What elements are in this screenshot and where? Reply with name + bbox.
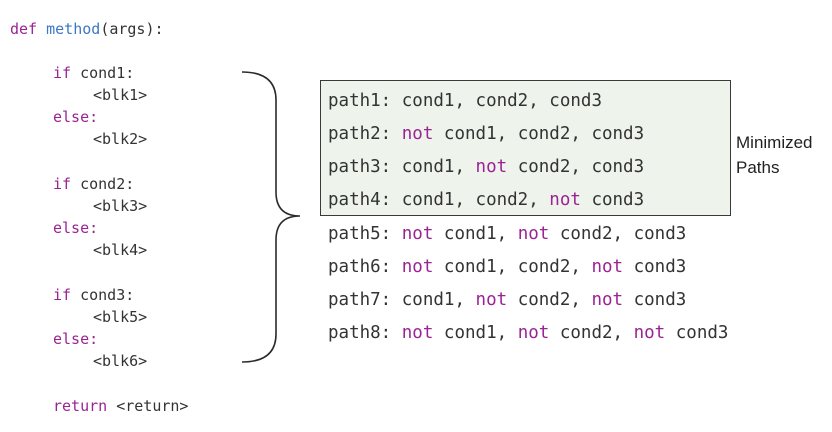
path-label: path3: [328,157,392,177]
path-label: path2: [328,124,392,144]
condition: cond1: [80,64,135,82]
else-keyword: else: [53,108,99,126]
path-condition: cond3 [633,224,687,244]
path-row: path2: not cond1, cond2, cond3 [328,124,644,144]
not-keyword: not [549,190,581,210]
path-label: path6: [328,257,392,277]
path-condition: cond2, [517,124,581,144]
not-keyword: not [591,290,624,310]
not-keyword: not [401,257,434,277]
path-condition: cond3 [591,124,645,144]
else-line-1: else: [53,108,98,126]
method-args: (args): [100,20,164,38]
not-keyword: not [517,323,550,343]
path-row: path8: not cond1, not cond2, not cond3 [328,323,728,343]
path-condition: cond1, [443,323,508,343]
return-keyword: return [53,397,108,415]
path-condition: cond1, [401,91,465,111]
path-condition: cond2, [559,224,624,244]
block-stmt-6: <blk6> [93,352,148,370]
curly-brace [241,71,301,363]
path-condition: cond2, [517,157,581,177]
not-keyword: not [591,257,624,277]
if-line-1: if cond1: [53,64,134,82]
path-condition: cond1, [443,124,508,144]
path-condition: cond3 [633,257,687,277]
path-row: path6: not cond1, cond2, not cond3 [328,257,686,277]
method-signature: def method(args): [10,20,164,38]
block-stmt-2: <blk2> [93,130,148,148]
path-label: path4: [328,190,392,210]
else-keyword: else: [53,330,99,348]
else-line-2: else: [53,219,98,237]
not-keyword: not [401,124,434,144]
if-line-2: if cond2: [53,175,134,193]
path-condition: cond2, [475,190,539,210]
path-condition: cond1, [401,290,465,310]
path-condition: cond2, [475,91,539,111]
block-stmt-3: <blk3> [93,197,148,215]
path-condition: cond3 [633,290,687,310]
path-condition: cond2, [559,323,624,343]
path-condition: cond3 [591,190,645,210]
condition: cond2: [80,175,135,193]
return-line: return <return> [53,397,188,415]
not-keyword: not [475,157,508,177]
path-row: path7: cond1, not cond2, not cond3 [328,290,686,310]
path-condition: cond1, [443,257,508,277]
condition: cond3: [80,286,135,304]
path-condition: cond3 [549,91,602,111]
path-label: path1: [328,91,392,111]
minimized-label-line2: Paths [736,158,780,177]
path-label: path5: [328,224,392,244]
path-row: path3: cond1, not cond2, cond3 [328,157,644,177]
not-keyword: not [517,224,550,244]
path-condition: cond1, [401,157,465,177]
not-keyword: not [633,323,666,343]
not-keyword: not [401,323,434,343]
path-condition: cond3 [675,323,729,343]
not-keyword: not [401,224,434,244]
block-stmt-5: <blk5> [93,308,148,326]
path-condition: cond2, [517,290,581,310]
minimized-label-line1: Minimized [736,133,813,152]
block-stmt-1: <blk1> [93,86,148,104]
if-line-3: if cond3: [53,286,134,304]
else-line-3: else: [53,330,98,348]
not-keyword: not [475,290,508,310]
if-keyword: if [53,286,72,304]
path-label: path7: [328,290,392,310]
path-row: path4: cond1, cond2, not cond3 [328,190,644,210]
return-value: <return> [116,397,189,415]
path-condition: cond1, [443,224,508,244]
else-keyword: else: [53,219,99,237]
method-name: method [46,20,101,38]
path-condition: cond3 [591,157,645,177]
path-condition: cond1, [401,190,465,210]
def-keyword: def [10,20,38,38]
path-label: path8: [328,323,392,343]
block-stmt-4: <blk4> [93,241,148,259]
path-row: path1: cond1, cond2, cond3 [328,91,602,111]
path-row: path5: not cond1, not cond2, cond3 [328,224,686,244]
if-keyword: if [53,64,72,82]
path-condition: cond2, [517,257,581,277]
if-keyword: if [53,175,72,193]
